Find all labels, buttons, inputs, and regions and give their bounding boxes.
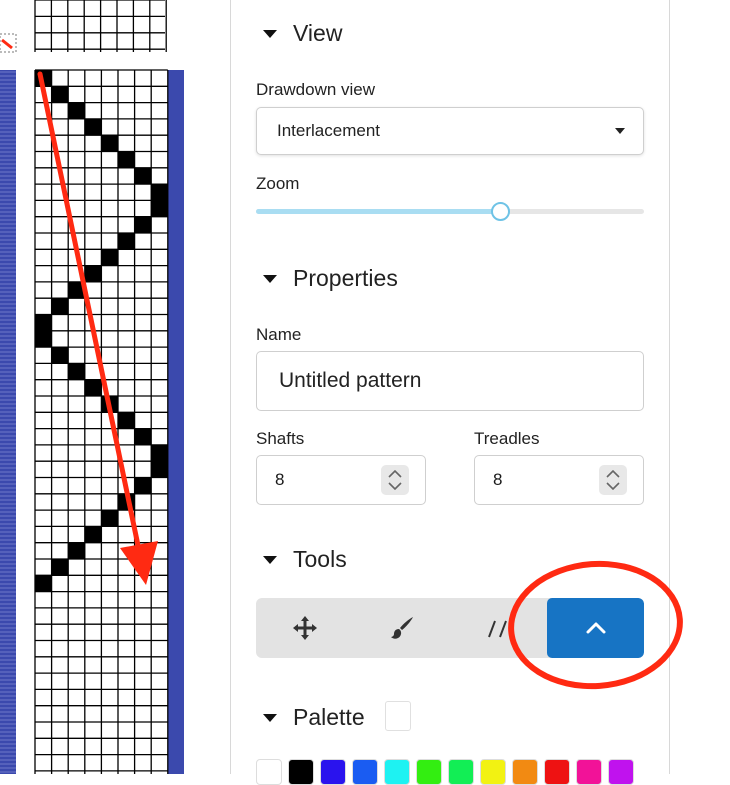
drawdown-cell bbox=[134, 428, 152, 445]
drawdown-cell bbox=[35, 575, 52, 592]
drawdown-cell bbox=[101, 249, 118, 266]
chevron-up-icon[interactable] bbox=[606, 470, 620, 478]
line-draw-icon bbox=[487, 620, 507, 638]
drawdown-cell bbox=[68, 363, 85, 380]
drawdown-grid[interactable] bbox=[0, 0, 230, 774]
properties-section-header[interactable]: Properties bbox=[263, 265, 398, 292]
zoom-slider-thumb[interactable] bbox=[491, 202, 511, 221]
drawdown-cell bbox=[134, 216, 152, 233]
palette-swatch[interactable] bbox=[544, 759, 570, 785]
drawdown-canvas[interactable] bbox=[0, 0, 230, 774]
weft-strip-right bbox=[168, 70, 184, 774]
drawdown-view-label: Drawdown view bbox=[256, 80, 376, 99]
palette-swatch[interactable] bbox=[416, 759, 442, 785]
view-section-header[interactable]: View bbox=[263, 20, 342, 47]
tools-section-header[interactable]: Tools bbox=[263, 546, 347, 573]
drawdown-cell bbox=[118, 233, 135, 250]
pattern-name-input[interactable]: Untitled pattern bbox=[256, 351, 644, 411]
treadles-label: Treadles bbox=[474, 429, 540, 448]
move-tool-button[interactable] bbox=[256, 598, 353, 658]
drawdown-cell bbox=[118, 151, 135, 168]
drawdown-cell bbox=[151, 200, 168, 217]
drawdown-view-select[interactable]: Interlacement bbox=[256, 107, 644, 155]
tools-section-title: Tools bbox=[293, 546, 347, 572]
drawdown-cell bbox=[51, 347, 69, 364]
current-color-swatch[interactable] bbox=[385, 701, 411, 731]
palette-section-title: Palette bbox=[293, 704, 365, 730]
palette-swatches bbox=[256, 759, 634, 785]
tools-toolbar bbox=[256, 598, 644, 658]
drawdown-cell bbox=[84, 265, 102, 282]
drawdown-view-value: Interlacement bbox=[277, 121, 380, 140]
drawdown-cell bbox=[51, 86, 69, 103]
collapse-tools-button[interactable] bbox=[547, 598, 644, 658]
drawdown-cell bbox=[68, 542, 85, 559]
drawdown-cell bbox=[51, 298, 69, 315]
chevron-up-icon[interactable] bbox=[388, 470, 402, 478]
shafts-spin-buttons[interactable] bbox=[381, 465, 409, 495]
move-icon bbox=[292, 616, 317, 640]
treadles-value: 8 bbox=[493, 470, 503, 489]
view-section-title: View bbox=[293, 20, 343, 46]
palette-swatch[interactable] bbox=[576, 759, 602, 785]
palette-swatch[interactable] bbox=[288, 759, 314, 785]
drawdown-cell bbox=[151, 444, 168, 462]
palette-swatch[interactable] bbox=[480, 759, 506, 785]
palette-swatch[interactable] bbox=[448, 759, 474, 785]
palette-swatch[interactable] bbox=[512, 759, 538, 785]
caret-down-icon bbox=[263, 29, 277, 38]
chevron-down-icon bbox=[615, 128, 625, 134]
zoom-slider-fill bbox=[256, 209, 501, 214]
drawdown-cell bbox=[118, 412, 135, 429]
paint-brush-icon bbox=[390, 617, 413, 639]
palette-swatch[interactable] bbox=[608, 759, 634, 785]
drawdown-cell bbox=[84, 379, 102, 396]
shafts-value: 8 bbox=[275, 470, 285, 489]
palette-swatch[interactable] bbox=[320, 759, 346, 785]
drawdown-cell bbox=[101, 135, 118, 152]
chevron-down-icon[interactable] bbox=[606, 482, 620, 490]
caret-down-icon bbox=[263, 274, 277, 283]
treadles-stepper[interactable]: 8 bbox=[474, 455, 644, 505]
drawdown-cell bbox=[84, 118, 102, 136]
drawdown-cell bbox=[101, 510, 118, 527]
drawdown-cell bbox=[84, 526, 102, 543]
paint-tool-button[interactable] bbox=[353, 598, 450, 658]
caret-down-icon bbox=[263, 555, 277, 564]
palette-swatch[interactable] bbox=[256, 759, 282, 785]
drawdown-cell bbox=[134, 167, 152, 185]
chevron-down-icon[interactable] bbox=[388, 482, 402, 490]
drawdown-cell bbox=[151, 461, 168, 478]
drawdown-cell bbox=[151, 184, 168, 201]
drawdown-cell bbox=[134, 477, 152, 494]
drawdown-cell bbox=[68, 102, 85, 119]
chevron-up-icon bbox=[586, 622, 605, 634]
treadles-spin-buttons[interactable] bbox=[599, 465, 627, 495]
caret-down-icon bbox=[263, 713, 277, 722]
palette-section-header[interactable]: Palette bbox=[263, 704, 365, 731]
zoom-slider[interactable] bbox=[256, 202, 644, 221]
settings-panel: View Drawdown view Interlacement Zoom Pr… bbox=[230, 0, 670, 785]
drawdown-cell bbox=[35, 314, 52, 331]
shafts-stepper[interactable]: 8 bbox=[256, 455, 426, 505]
palette-swatch[interactable] bbox=[384, 759, 410, 785]
drawdown-cell bbox=[51, 559, 69, 576]
drawdown-cell bbox=[35, 330, 52, 348]
zoom-label: Zoom bbox=[256, 174, 300, 193]
line-tool-button[interactable] bbox=[450, 598, 547, 658]
palette-swatch[interactable] bbox=[352, 759, 378, 785]
shafts-label: Shafts bbox=[256, 429, 305, 448]
properties-section-title: Properties bbox=[293, 265, 398, 291]
name-label: Name bbox=[256, 325, 302, 344]
